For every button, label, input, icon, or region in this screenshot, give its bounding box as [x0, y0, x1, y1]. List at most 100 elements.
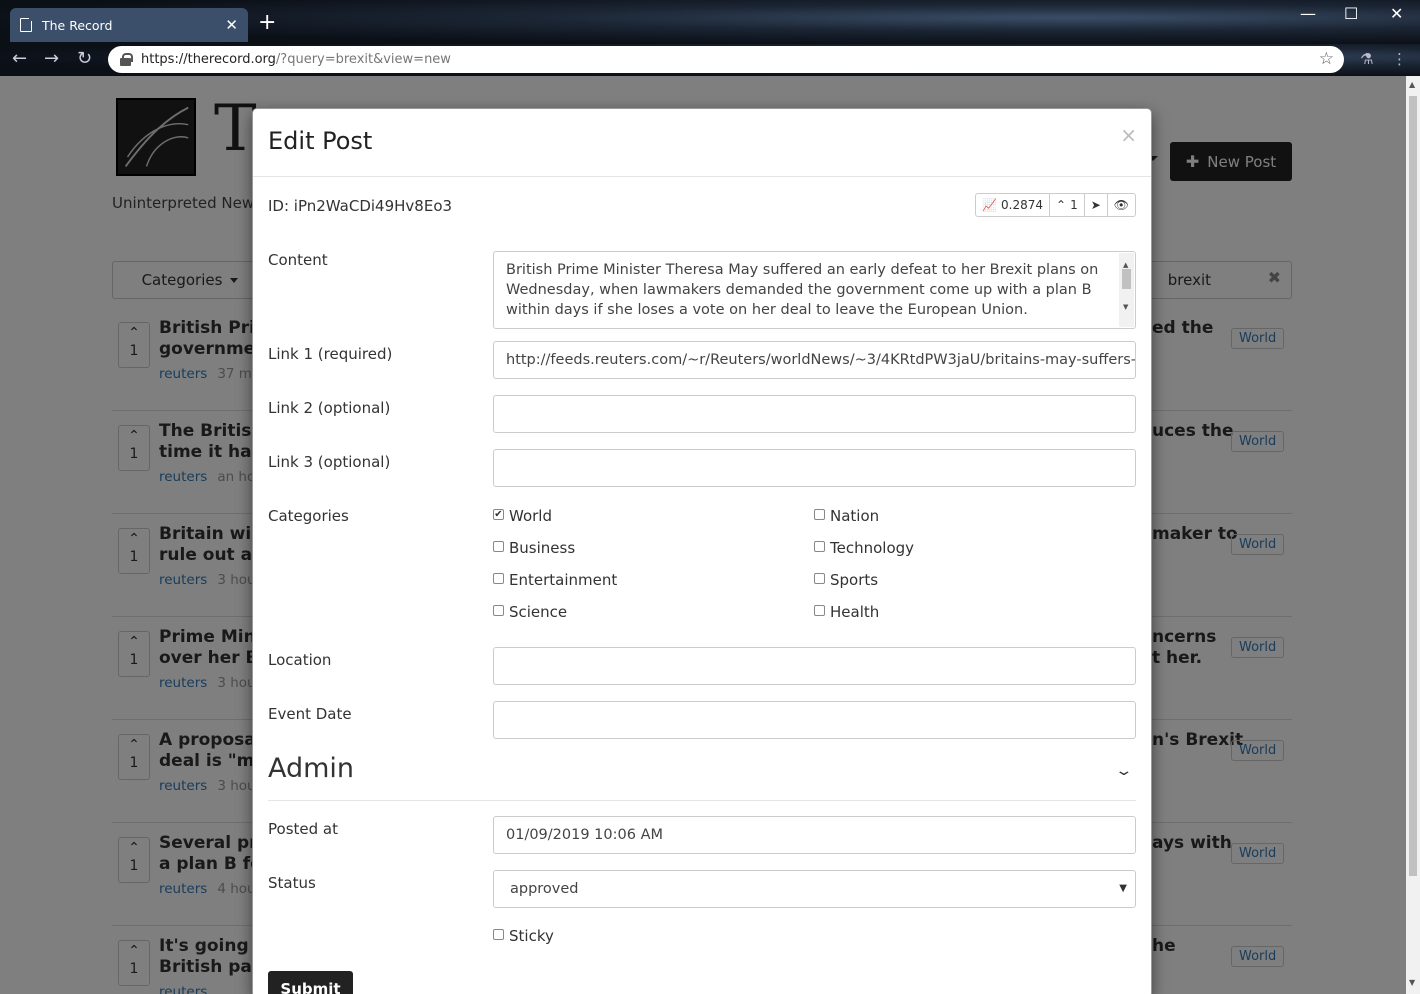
link1-label: Link 1 (required)	[268, 345, 393, 363]
sticky-checkbox-box[interactable]	[493, 929, 504, 940]
page-scrollbar[interactable]: ▲ ▼	[1406, 76, 1420, 994]
cursor-icon: ➤	[1090, 198, 1101, 212]
clicks-stat: ➤	[1085, 194, 1108, 216]
chevron-down-icon[interactable]: ⌄	[1115, 763, 1134, 779]
category-label: Science	[509, 603, 568, 621]
trend-chart-icon: 📈	[982, 198, 997, 212]
category-checkbox-technology[interactable]: Technology	[814, 539, 914, 557]
event-date-row: Event Date	[268, 701, 1136, 745]
browser-tab[interactable]: The Record ✕	[10, 8, 248, 42]
close-window-button[interactable]: ✕	[1390, 4, 1403, 23]
sticky-checkbox[interactable]: Sticky	[493, 927, 554, 945]
status-label: Status	[268, 874, 316, 892]
checkbox-box[interactable]: ✔	[493, 509, 504, 520]
lock-icon	[120, 53, 133, 66]
link1-input[interactable]: http://feeds.reuters.com/~r/Reuters/worl…	[493, 341, 1136, 379]
browser-titlebar: The Record ✕ + — ☐ ✕	[0, 0, 1420, 44]
category-label: Technology	[830, 539, 915, 557]
category-checkbox-business[interactable]: Business	[493, 539, 575, 557]
category-label: Health	[830, 603, 880, 621]
status-selected-value: approved	[510, 881, 579, 897]
minimize-button[interactable]: —	[1300, 4, 1316, 23]
select-arrow-icon: ▼	[1119, 883, 1127, 894]
checkbox-box[interactable]	[493, 605, 504, 616]
categories-row: Categories ✔ World Nation Business Techn…	[268, 507, 1136, 637]
checkbox-box[interactable]	[814, 541, 825, 552]
scroll-up-icon[interactable]: ▲	[1409, 80, 1415, 89]
new-tab-button[interactable]: +	[258, 10, 276, 36]
checkbox-box[interactable]	[493, 573, 504, 584]
upvote-count: 1	[1070, 198, 1078, 212]
edit-post-modal: Edit Post × ID: iPn2WaCDi49Hv8Eo3 📈 0.287…	[252, 108, 1152, 994]
tab-title: The Record	[42, 17, 113, 33]
url-path: /?query=brexit&view=new	[275, 52, 451, 67]
category-label: Sports	[830, 571, 879, 589]
menu-dots-icon[interactable]: ⋮	[1392, 50, 1407, 68]
category-checkbox-world[interactable]: ✔ World	[493, 507, 552, 525]
submit-button[interactable]: Submit	[268, 971, 353, 994]
checkbox-box[interactable]	[814, 573, 825, 584]
modal-header: Edit Post ×	[253, 109, 1151, 177]
scrollbar-thumb[interactable]	[1409, 96, 1417, 876]
location-row: Location	[268, 647, 1136, 691]
category-checkbox-entertainment[interactable]: Entertainment	[493, 571, 617, 589]
checkbox-box[interactable]	[814, 509, 825, 520]
link2-row: Link 2 (optional)	[268, 395, 1136, 439]
maximize-button[interactable]: ☐	[1344, 4, 1358, 23]
category-label: Nation	[830, 507, 880, 525]
admin-heading: Admin	[268, 753, 355, 784]
link3-input[interactable]	[493, 449, 1136, 487]
score-stat: 📈 0.2874	[976, 194, 1050, 216]
posted-at-label: Posted at	[268, 820, 338, 838]
page-icon	[20, 17, 33, 32]
content-row: Content British Prime Minister Theresa M…	[268, 251, 1136, 331]
category-label: Business	[509, 539, 576, 557]
category-checkbox-nation[interactable]: Nation	[814, 507, 879, 525]
scroll-down-icon[interactable]: ▼	[1123, 297, 1128, 317]
address-bar[interactable]: https://therecord.org/?query=brexit&view…	[108, 46, 1344, 73]
location-label: Location	[268, 651, 332, 669]
tab-close-icon[interactable]: ✕	[225, 16, 238, 34]
link2-label: Link 2 (optional)	[268, 399, 391, 417]
bookmark-star-icon[interactable]: ☆	[1319, 49, 1334, 69]
textarea-scrollbar[interactable]: ▲ ▼	[1119, 253, 1134, 327]
url-host: https://therecord.org	[141, 52, 276, 67]
extension-icon[interactable]: ⚗	[1360, 50, 1373, 68]
category-checkbox-health[interactable]: Health	[814, 603, 879, 621]
event-date-input[interactable]	[493, 701, 1136, 739]
admin-section-toggle[interactable]: Admin ⌄	[268, 753, 1136, 801]
forward-arrow-icon[interactable]: →	[44, 48, 59, 69]
category-checkbox-science[interactable]: Science	[493, 603, 567, 621]
content-label: Content	[268, 251, 328, 269]
upvote-stat: ⌃ 1	[1050, 194, 1085, 216]
reload-icon[interactable]: ↻	[77, 48, 92, 69]
scroll-down-icon[interactable]: ▼	[1409, 978, 1415, 987]
eye-icon: 👁	[1113, 198, 1129, 212]
posted-at-input[interactable]: 01/09/2019 10:06 AM	[493, 816, 1136, 854]
post-id: ID: iPn2WaCDi49Hv8Eo3	[268, 197, 453, 215]
link3-row: Link 3 (optional)	[268, 449, 1136, 493]
content-text: British Prime Minister Theresa May suffe…	[506, 262, 1099, 318]
checkbox-box[interactable]	[814, 605, 825, 616]
status-row: Status approved ▼	[268, 870, 1136, 914]
content-textarea[interactable]: British Prime Minister Theresa May suffe…	[493, 251, 1136, 329]
categories-label: Categories	[268, 507, 349, 525]
category-label: World	[509, 507, 552, 525]
post-stats: 📈 0.2874 ⌃ 1 ➤ 👁	[975, 193, 1136, 217]
modal-title: Edit Post	[268, 127, 373, 155]
browser-toolbar: ← → ↻ https://therecord.org/?query=brexi…	[0, 44, 1420, 76]
score-value: 0.2874	[1001, 198, 1043, 212]
status-select[interactable]: approved ▼	[493, 870, 1136, 908]
textarea-scroll-thumb[interactable]	[1122, 269, 1131, 289]
location-input[interactable]	[493, 647, 1136, 685]
views-stat: 👁	[1108, 194, 1135, 216]
back-arrow-icon[interactable]: ←	[12, 48, 27, 69]
link2-input[interactable]	[493, 395, 1136, 433]
category-label: Entertainment	[509, 571, 618, 589]
sticky-label: Sticky	[509, 927, 554, 945]
link1-row: Link 1 (required) http://feeds.reuters.c…	[268, 341, 1136, 385]
checkbox-box[interactable]	[493, 541, 504, 552]
category-checkbox-sports[interactable]: Sports	[814, 571, 878, 589]
link3-label: Link 3 (optional)	[268, 453, 391, 471]
close-icon[interactable]: ×	[1120, 123, 1137, 147]
